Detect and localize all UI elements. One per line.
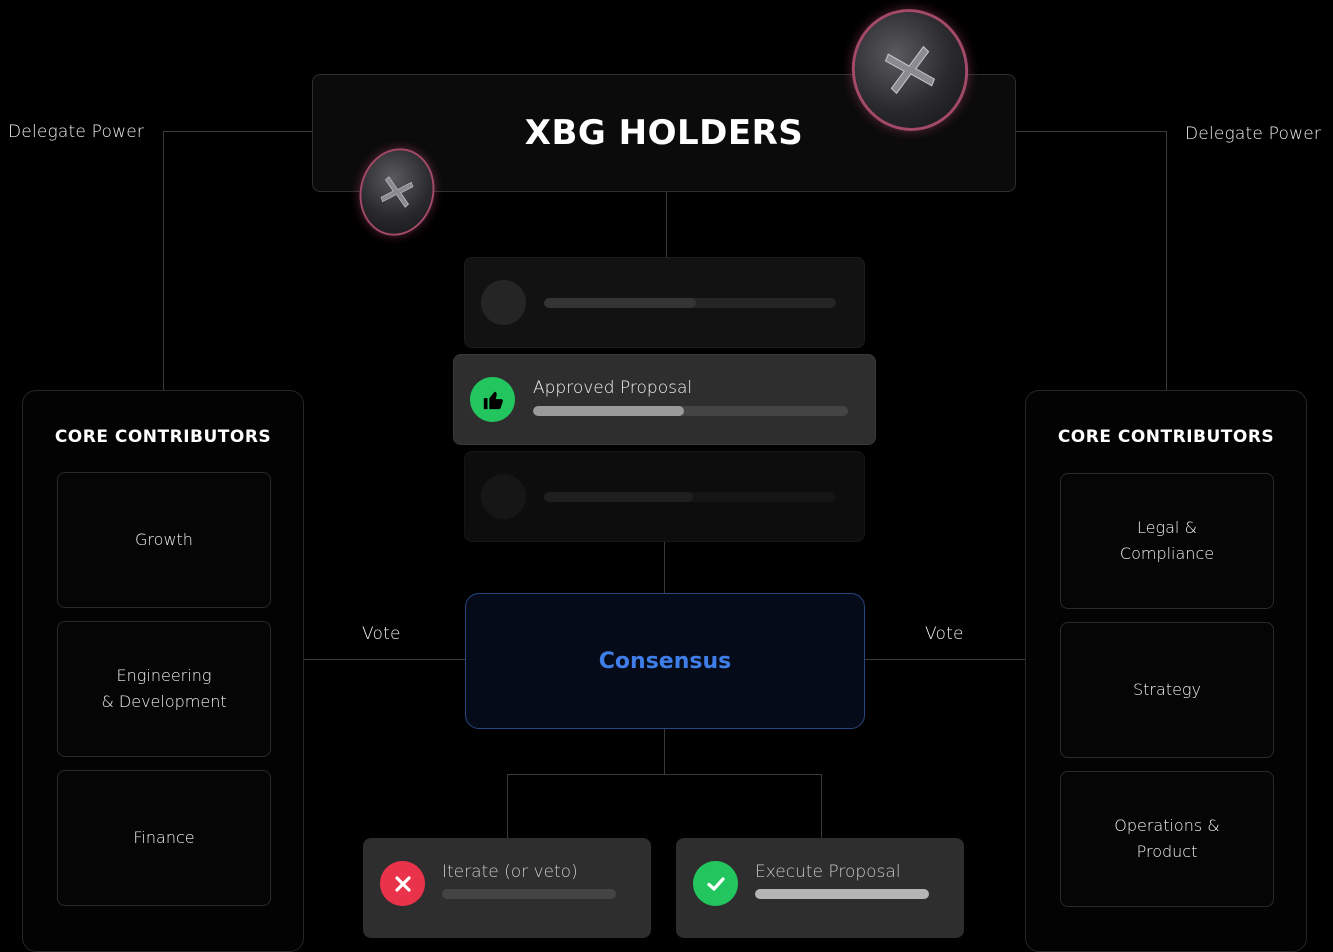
- approved-proposal-card[interactable]: Approved Proposal: [453, 354, 876, 445]
- connector-outcomes-horizontal: [507, 774, 822, 775]
- approved-proposal-progress: [533, 406, 848, 416]
- proposal-placeholder-top: [464, 257, 865, 348]
- connector-consensus-down: [664, 727, 665, 774]
- core-contributors-right-title: CORE CONTRIBUTORS: [1057, 427, 1275, 447]
- approved-proposal-progress-fill: [533, 406, 685, 416]
- delegate-power-left-label: Delegate Power: [8, 122, 145, 142]
- iterate-progress-bar: [442, 889, 616, 899]
- team-card-operations[interactable]: Operations & Product: [1060, 771, 1274, 907]
- execute-progress-bar: [755, 889, 929, 899]
- connector-vote-left: [303, 659, 465, 660]
- proposal-progress-bar: [544, 492, 836, 502]
- team-card-strategy[interactable]: Strategy: [1060, 622, 1274, 758]
- core-contributors-left-title: CORE CONTRIBUTORS: [54, 427, 272, 447]
- connector-proposals-consensus: [664, 541, 665, 594]
- x-icon: [380, 861, 425, 906]
- connector-holders-proposals: [666, 190, 667, 258]
- connector-iterate: [507, 774, 508, 838]
- vote-left-label: Vote: [362, 624, 401, 644]
- connector-vote-right: [863, 659, 1026, 660]
- team-card-legal[interactable]: Legal & Compliance: [1060, 473, 1274, 609]
- check-icon: [693, 861, 738, 906]
- proposal-avatar-placeholder: [481, 474, 526, 519]
- vote-right-label: Vote: [925, 624, 964, 644]
- team-card-growth[interactable]: Growth: [57, 472, 271, 608]
- iterate-label: Iterate (or veto): [442, 862, 578, 882]
- connector-right-horizontal: [1014, 131, 1166, 132]
- consensus-box: Consensus: [465, 593, 865, 729]
- connector-left-horizontal: [163, 131, 313, 132]
- xbg-holders-title: XBG HOLDERS: [524, 113, 804, 153]
- proposal-placeholder-bottom: [464, 451, 865, 542]
- proposal-progress-fill: [544, 492, 693, 502]
- proposal-progress-fill: [544, 298, 696, 308]
- connector-right-vertical: [1166, 131, 1167, 391]
- core-contributors-left-panel: CORE CONTRIBUTORS Growth Engineering & D…: [22, 390, 304, 952]
- execute-label: Execute Proposal: [755, 862, 901, 882]
- proposal-progress-bar: [544, 298, 836, 308]
- consensus-title: Consensus: [598, 648, 732, 674]
- core-contributors-right-panel: CORE CONTRIBUTORS Legal & Compliance Str…: [1025, 390, 1307, 952]
- team-card-engineering[interactable]: Engineering & Development: [57, 621, 271, 757]
- proposal-avatar-placeholder: [481, 280, 526, 325]
- delegate-power-right-label: Delegate Power: [1185, 124, 1322, 144]
- connector-left-vertical: [163, 131, 164, 391]
- connector-execute: [821, 774, 822, 838]
- iterate-outcome-card[interactable]: Iterate (or veto): [363, 838, 651, 938]
- execute-outcome-card[interactable]: Execute Proposal: [676, 838, 964, 938]
- team-card-finance[interactable]: Finance: [57, 770, 271, 906]
- approved-proposal-label: Approved Proposal: [533, 378, 693, 398]
- thumbs-up-icon: [470, 377, 515, 422]
